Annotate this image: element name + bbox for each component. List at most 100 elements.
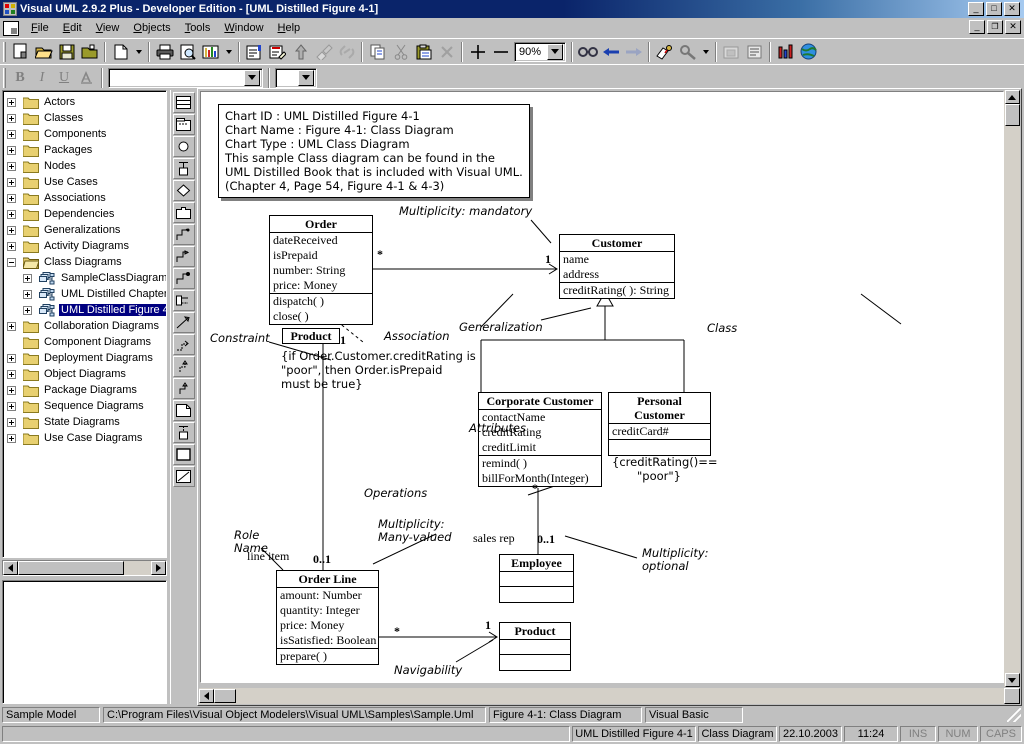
tree-item-packages[interactable]: Packages: [7, 142, 166, 158]
generate-code-icon[interactable]: [653, 41, 676, 63]
chart-icon[interactable]: [199, 41, 222, 63]
tree-item-use-cases[interactable]: Use Cases: [7, 174, 166, 190]
model-tree-panel[interactable]: Actors Classes Components Packages Nodes Use …: [2, 90, 167, 558]
close-button[interactable]: ✕: [1004, 2, 1020, 16]
tree-expand-icon[interactable]: [7, 321, 16, 331]
open-model-icon[interactable]: [78, 41, 101, 63]
menu-file[interactable]: FFileile: [24, 20, 56, 36]
class-personal-customer[interactable]: Personal Customer creditCard#: [608, 392, 711, 456]
mdi-restore-button[interactable]: ❐: [987, 20, 1003, 34]
back-arrow-icon[interactable]: [599, 41, 622, 63]
note-icon[interactable]: [172, 400, 195, 421]
globe-icon[interactable]: [797, 41, 820, 63]
tree-expand-icon[interactable]: [7, 113, 16, 123]
tree-expand-icon[interactable]: [7, 161, 16, 171]
zoom-dropdown-arrow[interactable]: [547, 43, 563, 60]
toolbar-grip[interactable]: [3, 41, 6, 62]
font-family-dropdown-arrow[interactable]: [244, 69, 260, 86]
tree-expand-icon[interactable]: [7, 369, 16, 379]
minimize-button[interactable]: _: [968, 2, 984, 16]
mdi-document-icon[interactable]: [3, 20, 19, 36]
diagram-hscroll-thumb[interactable]: [214, 689, 236, 703]
delete-icon[interactable]: [435, 41, 458, 63]
node-icon[interactable]: [172, 158, 195, 179]
new-page-icon[interactable]: [109, 41, 132, 63]
interface-icon[interactable]: [172, 290, 195, 311]
class-corporate-customer[interactable]: Corporate Customer contactName creditRat…: [478, 392, 602, 487]
tree-expand-icon[interactable]: [7, 353, 16, 363]
metrics-icon[interactable]: [774, 41, 797, 63]
tree-horizontal-scrollbar[interactable]: [2, 560, 167, 576]
tree-expand-icon[interactable]: [7, 241, 16, 251]
menu-view[interactable]: View: [89, 20, 127, 36]
tree-expand-icon[interactable]: [7, 209, 16, 219]
resize-grip[interactable]: [1006, 707, 1022, 723]
wrench-icon[interactable]: [676, 41, 699, 63]
document-icon[interactable]: [743, 41, 766, 63]
mdi-close-button[interactable]: ✕: [1005, 20, 1021, 34]
save-icon[interactable]: [55, 41, 78, 63]
tree-expand-icon[interactable]: [7, 177, 16, 187]
tree-expand-icon[interactable]: [7, 145, 16, 155]
folder-icon[interactable]: [172, 202, 195, 223]
print-preview-icon[interactable]: [176, 41, 199, 63]
forward-arrow-icon[interactable]: [622, 41, 645, 63]
diamond-icon[interactable]: [172, 180, 195, 201]
tree-scroll-right-button[interactable]: [151, 561, 166, 575]
tree-expand-icon[interactable]: [23, 273, 32, 283]
tree-item-state-diagrams[interactable]: State Diagrams: [7, 414, 166, 430]
tree-item-sequence-diagrams[interactable]: Sequence Diagrams: [7, 398, 166, 414]
class-product[interactable]: Product: [499, 622, 571, 671]
zoom-in-icon[interactable]: [466, 41, 489, 63]
tree-item-package-diagrams[interactable]: Package Diagrams: [7, 382, 166, 398]
tree-item-class-diagrams[interactable]: Class Diagrams: [7, 254, 166, 270]
tree-scroll-left-button[interactable]: [3, 561, 18, 575]
print-icon[interactable]: [153, 41, 176, 63]
new-page-dropdown-arrow[interactable]: [132, 41, 145, 63]
menu-window[interactable]: Window: [217, 20, 270, 36]
tree-item-generalizations[interactable]: Generalizations: [7, 222, 166, 238]
class-customer[interactable]: Customer name address creditRating( ): S…: [559, 234, 675, 299]
tree-item-use-case-diagrams[interactable]: Use Case Diagrams: [7, 430, 166, 446]
tree-expand-icon[interactable]: [7, 193, 16, 203]
report-icon[interactable]: [720, 41, 743, 63]
tree-item-uml-distilled-figure-4[interactable]: UML Distilled Figure 4: [7, 302, 166, 318]
tree-item-object-diagrams[interactable]: Object Diagrams: [7, 366, 166, 382]
tree-item-nodes[interactable]: Nodes: [7, 158, 166, 174]
circle-use-case-icon[interactable]: [172, 136, 195, 157]
tree-item-associations[interactable]: Associations: [7, 190, 166, 206]
diagram-vscroll-thumb[interactable]: [1004, 104, 1020, 126]
diagram-canvas[interactable]: Chart ID : UML Distilled Figure 4-1 Char…: [200, 91, 1004, 683]
tree-expand-icon[interactable]: [7, 417, 16, 427]
diagram-vertical-scrollbar[interactable]: [1004, 90, 1020, 687]
font-color-icon[interactable]: [75, 67, 98, 89]
line-icon[interactable]: [172, 466, 195, 487]
class-icon[interactable]: [172, 92, 195, 113]
copy-icon[interactable]: [366, 41, 389, 63]
tree-expand-icon[interactable]: [7, 433, 16, 443]
maximize-button[interactable]: □: [986, 2, 1002, 16]
diagram-scroll-up-button[interactable]: [1004, 90, 1020, 104]
tree-expand-icon[interactable]: [7, 401, 16, 411]
tree-scroll-track[interactable]: [124, 561, 151, 575]
up-arrow-icon[interactable]: [289, 41, 312, 63]
properties-icon[interactable]: [243, 41, 266, 63]
notes-icon[interactable]: [266, 41, 289, 63]
tree-item-components[interactable]: Components: [7, 126, 166, 142]
zoom-combo[interactable]: 90%: [514, 41, 566, 62]
italic-icon[interactable]: I: [31, 67, 53, 89]
bold-icon[interactable]: B: [9, 67, 31, 89]
tree-expand-icon[interactable]: [7, 225, 16, 235]
cut-icon[interactable]: [389, 41, 412, 63]
node-instance-icon[interactable]: [172, 422, 195, 443]
tree-item-sampleclassdiagram1[interactable]: SampleClassDiagram1: [7, 270, 166, 286]
start-state-icon[interactable]: [172, 246, 195, 267]
end-state-icon[interactable]: [172, 268, 195, 289]
wrench-dropdown-arrow[interactable]: [699, 41, 712, 63]
tree-item-actors[interactable]: Actors: [7, 94, 166, 110]
rectangle-icon[interactable]: [172, 444, 195, 465]
menu-objects[interactable]: Objects: [126, 20, 177, 36]
transition-icon[interactable]: [172, 224, 195, 245]
format-toolbar-grip[interactable]: [3, 67, 6, 88]
tree-item-activity-diagrams[interactable]: Activity Diagrams: [7, 238, 166, 254]
